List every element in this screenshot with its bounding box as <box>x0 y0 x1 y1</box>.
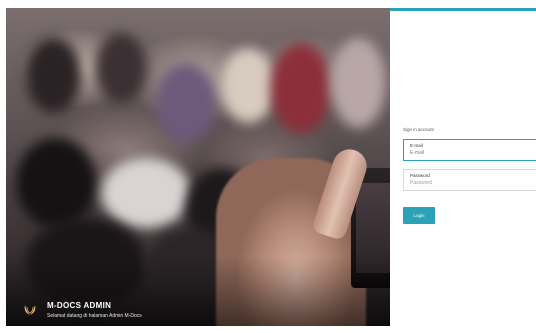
password-label: Password <box>410 173 430 178</box>
hero-photo: M-DOCS ADMIN Selamat datang di halaman A… <box>6 8 390 326</box>
login-heading: Sign in account <box>403 127 434 132</box>
email-input[interactable] <box>410 149 530 157</box>
brand-title: M-DOCS ADMIN <box>47 301 112 310</box>
brand: M-DOCS ADMIN Selamat datang di halaman A… <box>22 301 142 319</box>
login-panel: Sign in account E-mail Password Login <box>390 8 536 326</box>
brand-subtitle: Selamat datang di halaman Admin M-Docs <box>47 313 142 319</box>
password-field[interactable]: Password <box>403 169 536 191</box>
email-field[interactable]: E-mail <box>403 139 536 161</box>
password-input[interactable] <box>410 179 530 187</box>
email-label: E-mail <box>410 143 423 148</box>
login-button[interactable]: Login <box>403 207 435 224</box>
laurel-wreath-icon <box>24 305 36 315</box>
